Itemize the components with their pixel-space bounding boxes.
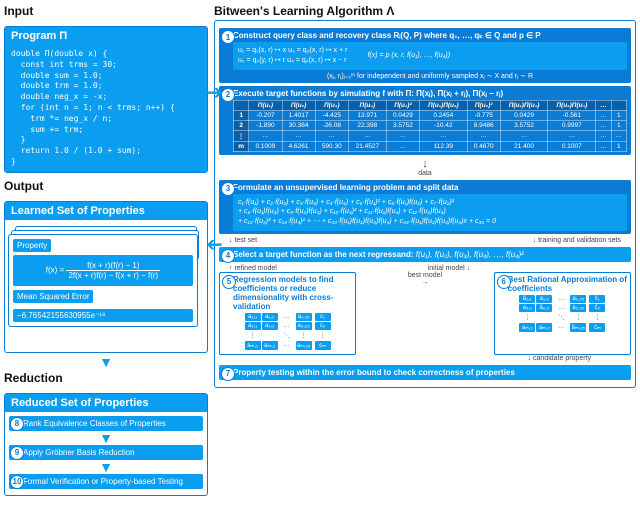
output-title: Output <box>4 179 208 193</box>
coefficient-matrix: a₁,₁a₁,₂…a₁,₃₅a₂,₁a₂,₂…a₂,₃₅⋮⋱⋮aₘ,₁aₘ,₂…… <box>223 313 352 350</box>
arrow-right-icon: ➔ <box>206 80 223 105</box>
reduction-step-10: 10Formal Verification or Property-based … <box>9 474 203 489</box>
input-title: Input <box>4 4 208 18</box>
mse-value: −6.76542155630955e⁻¹⁸ <box>13 309 193 322</box>
input-panel: Program Π double Π(double x) { const int… <box>4 26 208 173</box>
arrow-left-icon: ➔ <box>206 232 223 257</box>
candidate-property-label: candidate property <box>533 355 591 362</box>
initial-model-label: initial model <box>428 265 465 272</box>
step-4: 4 Select a target function as the next r… <box>219 247 631 262</box>
reduction-step-8: 8Rank Equivalence Classes of Properties <box>9 416 203 431</box>
step-5: 5 Regression models to find coefficients… <box>219 272 356 355</box>
data-label: data <box>418 170 432 177</box>
step-1-equations: u₁ = q₁(x, r) ↦ x u₃ = q₃(x, r) ↦ x + r … <box>233 42 627 70</box>
algorithm-title: Bitween's Learning Algorithm Λ <box>214 4 636 18</box>
train-set-label: training and validation sets <box>538 237 621 244</box>
reduction-title: Reduction <box>4 371 208 385</box>
reduced-header: Reduced Set of Properties <box>5 394 207 412</box>
reduction-panel: Reduced Set of Properties 8Rank Equivale… <box>4 393 208 496</box>
property-formula: f(x) = f(x + r)(f(r) − 1)2f(x + r)f(r) −… <box>13 255 193 286</box>
program-code: double Π(double x) { const int trms = 30… <box>5 45 207 172</box>
rational-matrix: â₁,₁a₁,₂…a₁,₃₅a₂,₁â₂,₂…a₂,₃₅⋮⋱⋮aₘ,₁aₘ,₂…… <box>498 295 627 332</box>
best-model-label: best model <box>408 272 442 279</box>
arrow-down-icon: ▼ <box>5 433 207 443</box>
step-3-equation: c₁·f(u₁) + c₂·f(u₂) + c₃·f(u₃) + c₄·f(u₄… <box>233 194 627 231</box>
mse-label: Mean Squared Error <box>13 290 93 303</box>
step-3: 3 Formulate an unsupervised learning pro… <box>219 180 631 234</box>
arrow-down-icon: ↓ <box>422 158 428 170</box>
refined-model-label: refined model <box>234 265 276 272</box>
step-6: 6 Best Rational Approximation of coeffic… <box>494 272 631 355</box>
arrow-right-icon: → <box>421 279 428 286</box>
arrow-down-icon: ▼ <box>5 462 207 472</box>
simulation-table: Π(u₁)Π(u₂)Π(u₃)Π(u₄)Π(u₁)²Π(u₁)Π(u₂)Π(u₂… <box>233 100 627 152</box>
property-card-stack: Property f(x) = f(x + r)(f(r) − 1)2f(x +… <box>5 220 207 348</box>
program-header: Program Π <box>5 27 207 45</box>
algorithm-panel: 1 Construct query class and recovery cla… <box>214 20 636 388</box>
property-label: Property <box>13 239 51 252</box>
arrow-down-icon: ▼ <box>4 357 208 367</box>
step-1: 1 Construct query class and recovery cla… <box>219 28 631 83</box>
output-panel: Learned Set of Properties Property f(x) … <box>4 201 208 353</box>
reduction-step-9: 9Apply Gröbner Basis Reduction <box>9 445 203 460</box>
test-set-label: test set <box>234 237 257 244</box>
step-2: 2 Execute target functions by simulating… <box>219 86 631 155</box>
step-7: 7 Property testing within the error boun… <box>219 365 631 380</box>
learned-header: Learned Set of Properties <box>5 202 207 220</box>
